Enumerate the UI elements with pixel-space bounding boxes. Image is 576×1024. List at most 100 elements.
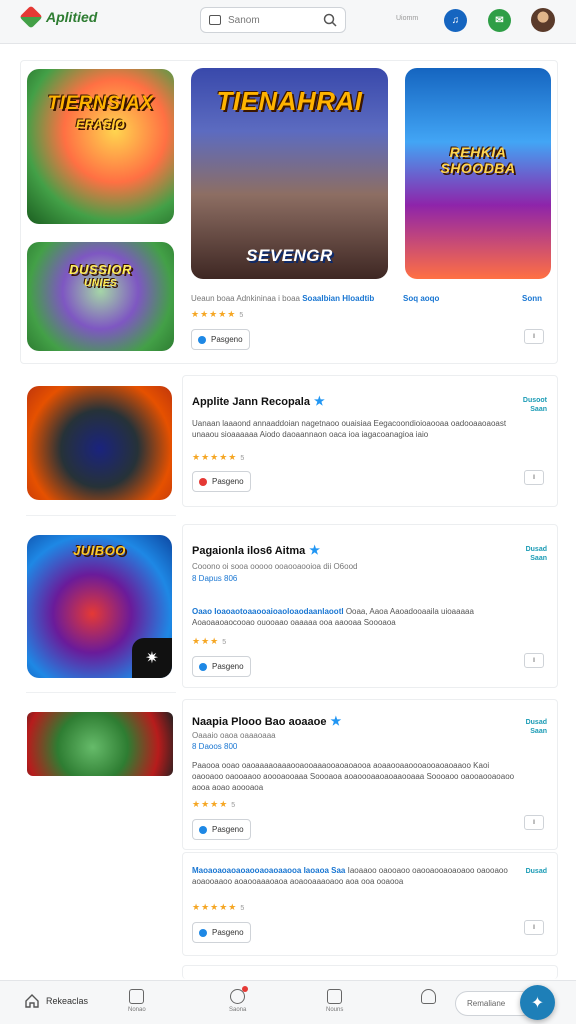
- featured-section: TIERNSIAX ERASIO DUSSIOR UNIES TIENAHRAI…: [20, 60, 558, 364]
- meta-right[interactable]: Sonn: [522, 294, 542, 303]
- game-title[interactable]: Naapia Plooo Bao aoaaoe ★: [192, 714, 341, 728]
- more-button[interactable]: ll: [524, 653, 544, 668]
- meta-link[interactable]: Soaalbian Hloadtib: [302, 294, 374, 303]
- rating-text: 5: [240, 455, 245, 462]
- game-card-2[interactable]: Pagaionla ilos6 Aitma ★ Dusad Saan Cooono …: [182, 524, 558, 688]
- cart-icon: [199, 928, 207, 937]
- nav-item-2[interactable]: Saona: [229, 986, 249, 1013]
- install-button[interactable]: Pasgeno: [191, 329, 250, 350]
- rating-text: 5: [222, 639, 227, 646]
- rating: ★★★★★ 5: [192, 452, 244, 463]
- divider: [26, 515, 176, 516]
- nav-home-label: Rekeaclas: [46, 996, 89, 1006]
- price-line-1: Dusad: [525, 868, 547, 875]
- search-icon[interactable]: [323, 13, 337, 27]
- game-thumb-1[interactable]: [27, 386, 172, 500]
- logo-text: Aplitied: [46, 9, 98, 25]
- rating: ★★★ 5: [192, 636, 226, 647]
- app-logo[interactable]: Aplitied: [19, 5, 98, 29]
- button-label: Pasgeno: [212, 825, 244, 834]
- desc-highlight[interactable]: Oaao Ioaoaotoaaooaioaoloaodaanlaootl: [192, 607, 344, 616]
- more-button[interactable]: ll: [524, 920, 544, 935]
- price-line-1: Dusad: [525, 719, 547, 726]
- fab-button[interactable]: ✦: [520, 985, 555, 1020]
- game-title[interactable]: Applite Jann Recopala ★: [192, 394, 325, 408]
- divider: [26, 692, 176, 693]
- game-description: Maoaoaoaoaoaooaoaoaaooa Iaoaoa Saa Iaoaa…: [192, 865, 522, 887]
- avatar[interactable]: [531, 8, 555, 32]
- more-button[interactable]: ll: [524, 470, 544, 485]
- grid-icon: [129, 989, 145, 1004]
- game-title-text: Naapia Plooo Bao aoaaoe: [192, 716, 327, 728]
- game-card-4[interactable]: Dusad Maoaoaoaoaoaooaoaoaaooa Iaoaoa Saa…: [182, 852, 558, 956]
- game-description: Oaao Ioaoaotoaaooaioaoloaodaanlaootl Ooa…: [192, 606, 522, 628]
- nav-item-4[interactable]: [421, 989, 436, 1007]
- nav-label: Nouns: [326, 1007, 344, 1013]
- featured-thumb-4[interactable]: DUSSIOR UNIES: [27, 242, 174, 351]
- game-card-3[interactable]: Naapia Plooo Bao aoaaoe ★ Dusad Saan Oaaai…: [182, 699, 558, 850]
- more-button[interactable]: ll: [524, 329, 544, 344]
- desc-highlight[interactable]: Maoaoaoaoaoaooaoaoaaooa Iaoaoa Saa: [192, 866, 345, 875]
- nav-label: Nonao: [128, 1007, 146, 1013]
- bell-icon: ♫: [451, 15, 460, 26]
- home-icon: [25, 994, 39, 1008]
- price-line-1: Dusad: [525, 546, 547, 553]
- price-line-1: Dusoot: [522, 397, 547, 404]
- featured-thumb-1[interactable]: TIERNSIAX ERASIO: [27, 69, 174, 224]
- price: Dusad Saan: [526, 545, 547, 563]
- game-description: Paaooa ooao oaoaaaaoaaaooaooaaaooaoaoaoo…: [192, 761, 515, 792]
- game-title[interactable]: Pagaionla ilos6 Aitma ★: [192, 543, 320, 557]
- price: Dusad Saan: [526, 718, 547, 736]
- rating-stars: ★★★★★: [192, 902, 238, 912]
- notifications-button[interactable]: ♫: [444, 9, 467, 32]
- thumb-subtitle: ERASIO: [75, 117, 125, 131]
- game-card-1[interactable]: Applite Jann Recopala ★ Dusoot Saan Uanaan…: [182, 375, 558, 507]
- chat-button[interactable]: ✉: [488, 9, 511, 32]
- featured-star-icon: ★: [330, 714, 342, 728]
- install-button[interactable]: Pasgeno: [192, 656, 251, 677]
- chat-icon: ✉: [495, 15, 504, 26]
- nav-home[interactable]: Rekeaclas: [24, 993, 88, 1009]
- thumb-subtitle: SEVENGR: [246, 246, 333, 265]
- meta-text: Ueaun boaa Adnkininaa i boaa: [191, 294, 300, 303]
- game-thumb-2[interactable]: JUIBOO ✷: [27, 535, 172, 678]
- search-input[interactable]: Sanom: [200, 7, 346, 33]
- nav-item-1[interactable]: Nonao: [128, 989, 146, 1013]
- game-description: Uanaan laaaond annaaddoian nagetnaoo oua…: [192, 419, 507, 439]
- cart-icon: [199, 662, 207, 671]
- bottom-nav: Rekeaclas Nonao Saona Nouns Remaliane: [0, 980, 576, 1024]
- rating-stars: ★★★★: [192, 799, 229, 809]
- rating-stars: ★★★★★: [192, 452, 238, 462]
- rating: ★★★★ 5: [192, 799, 235, 810]
- featured-thumb-3[interactable]: REHKIA SHOODBA: [405, 68, 551, 279]
- rating: ★★★★★ 5: [192, 902, 244, 913]
- window-icon: [209, 15, 221, 25]
- thumb-title: JUIBOO: [73, 543, 126, 558]
- featured-thumb-2[interactable]: TIENAHRAI SEVENGR: [191, 68, 388, 279]
- install-button[interactable]: Pasgeno: [192, 922, 251, 943]
- profile-icon: [421, 989, 436, 1004]
- price: Dusoot Saan: [523, 396, 547, 414]
- button-label: Pasgeno: [212, 477, 244, 486]
- game-card-5-peek: [182, 965, 558, 979]
- rating-text: 5: [231, 802, 236, 809]
- header-label: Uiomm: [396, 15, 419, 22]
- nav-label: Saona: [229, 1007, 247, 1013]
- game-thumb-3[interactable]: [27, 712, 173, 776]
- price-line-2: Saan: [530, 555, 547, 562]
- button-label: Pasgeno: [211, 335, 243, 344]
- message-icon: [327, 989, 343, 1004]
- cart-icon: [198, 335, 206, 344]
- more-button[interactable]: ll: [524, 815, 544, 830]
- featured-meta: Ueaun boaa Adnkininaa i boaa Soaalbian H…: [191, 294, 374, 303]
- thumb-title: REHKIA: [449, 144, 507, 160]
- game-meta-2: 8 Dapus 806: [192, 574, 238, 583]
- install-button[interactable]: Pasgeno: [192, 471, 251, 492]
- nav-item-3[interactable]: Nouns: [326, 989, 343, 1013]
- top-bar: Aplitied Sanom Uiomm ♫ ✉: [0, 0, 576, 44]
- rating-text: 5: [240, 905, 245, 912]
- install-button[interactable]: Pasgeno: [192, 819, 251, 840]
- price-line-2: Saan: [530, 406, 547, 413]
- meta-link-2[interactable]: Soq aoqo: [403, 294, 439, 303]
- cart-icon: [199, 477, 207, 486]
